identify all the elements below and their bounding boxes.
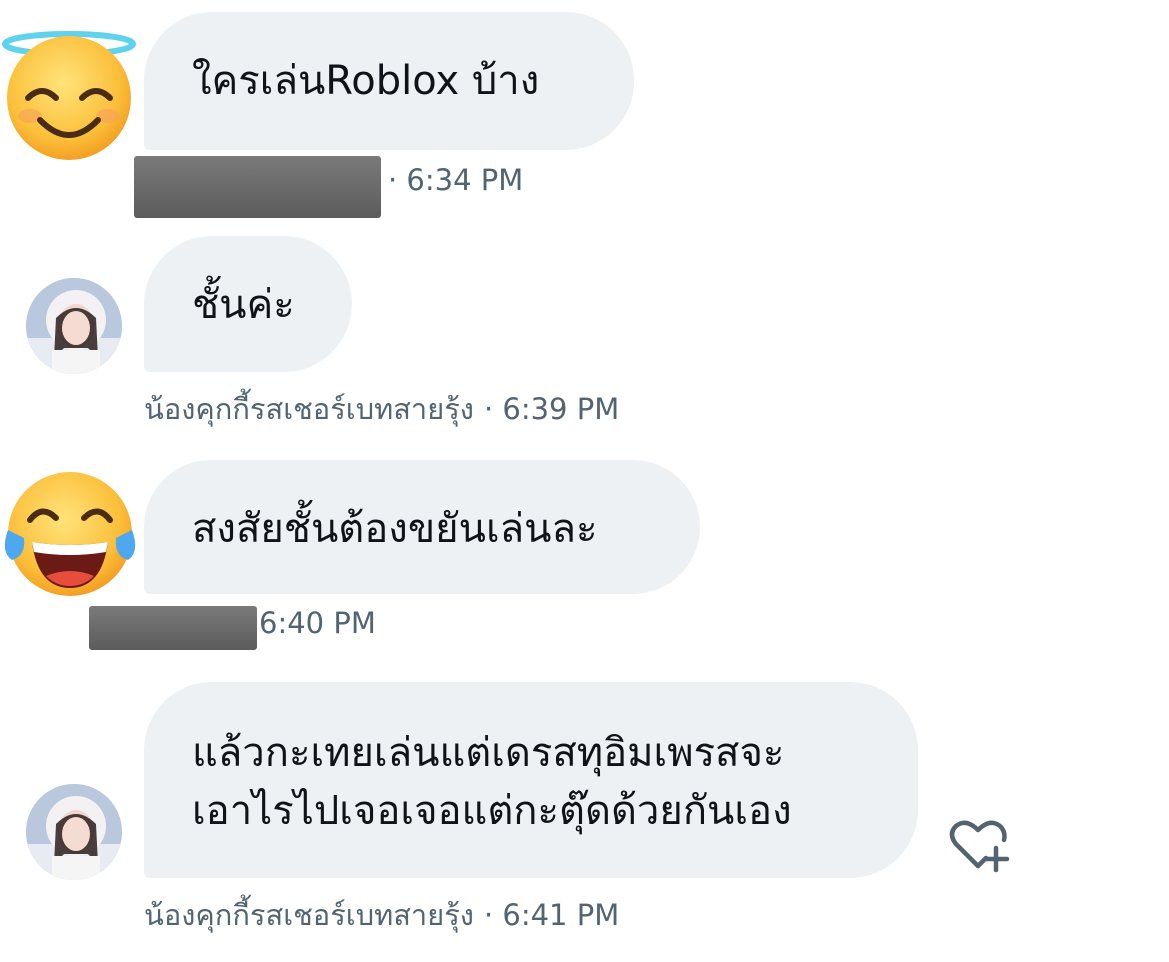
message-bubble[interactable]: ชั้นค่ะ (144, 236, 352, 372)
message-text: สงสัยชั้นต้องขยันเล่นละ (192, 506, 598, 552)
profile-photo-image (26, 278, 122, 374)
message-bubble[interactable]: ใครเล่นRoblox บ้าง (144, 12, 634, 150)
avatar[interactable] (26, 278, 122, 374)
message-bubble[interactable]: แล้วกะเทยเล่นแต่เดรสทุอิมเพรสจะ เอาไรไปเ… (144, 682, 918, 878)
message-timestamp: · 6:34 PM (388, 163, 524, 197)
message-timestamp: · 6:39 PM (483, 392, 620, 426)
message-timestamp: · 6:41 PM (483, 898, 620, 932)
redacted-sender-name (134, 156, 381, 218)
message-text: ชั้นค่ะ (192, 282, 295, 328)
message-timestamp: 6:40 PM (259, 606, 376, 640)
message-meta: น้องคุกกี้รสเชอร์เบทสายรุ้ง · 6:41 PM (144, 892, 619, 938)
smiling-face-with-halo-icon (2, 31, 136, 160)
sender-name[interactable]: น้องคุกกี้รสเชอร์เบทสายรุ้ง (144, 898, 474, 932)
message-text: แล้วกะเทยเล่นแต่เดรสทุอิมเพรสจะ เอาไรไปเ… (192, 730, 792, 834)
heart-plus-icon[interactable] (946, 812, 1010, 876)
sender-name[interactable]: น้องคุกกี้รสเชอร์เบทสายรุ้ง (144, 392, 474, 426)
redacted-sender-name (89, 606, 257, 650)
face-with-tears-of-joy-icon (4, 472, 136, 596)
message-text: ใครเล่นRoblox บ้าง (192, 58, 540, 104)
profile-photo-image (26, 784, 122, 880)
avatar[interactable] (26, 784, 122, 880)
message-bubble[interactable]: สงสัยชั้นต้องขยันเล่นละ (144, 460, 700, 594)
message-meta: น้องคุกกี้รสเชอร์เบทสายรุ้ง · 6:39 PM (144, 386, 619, 432)
